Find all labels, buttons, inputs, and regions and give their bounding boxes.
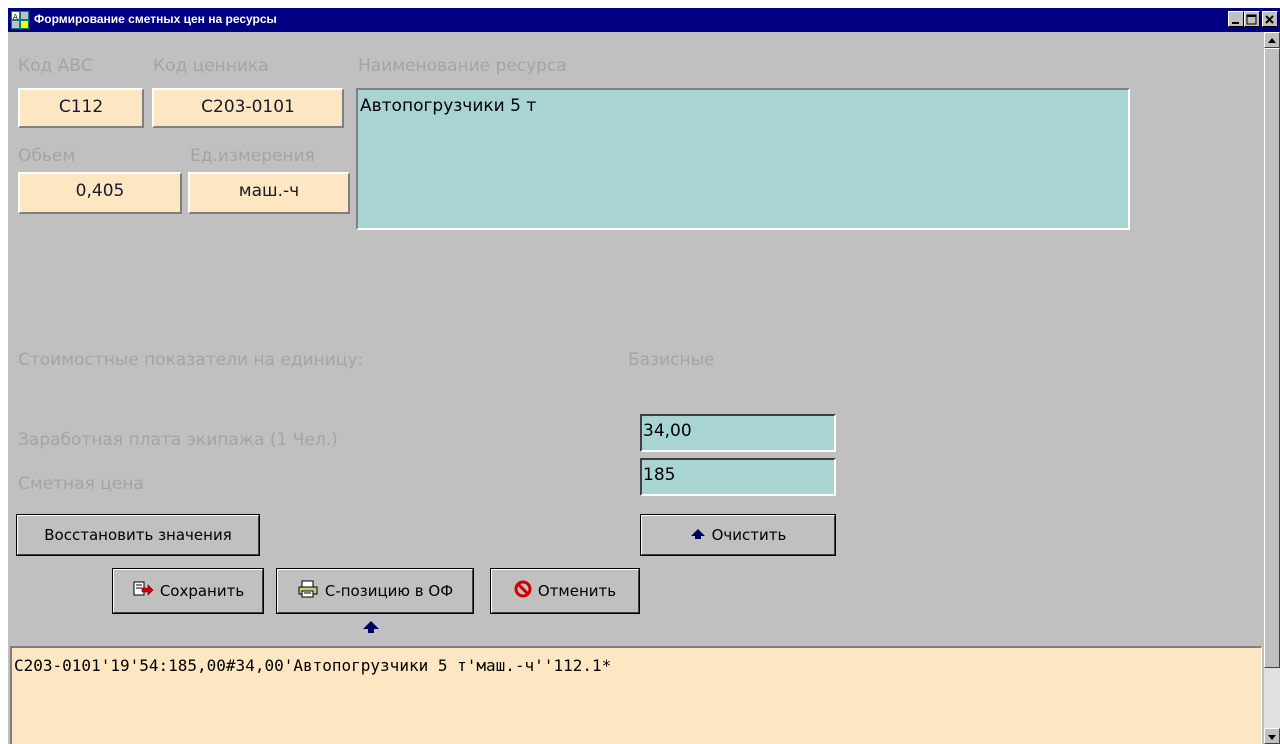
volume-label: Обьем (18, 146, 76, 166)
restore-values-button[interactable]: Восстановить значения (16, 514, 260, 556)
window-title: Формирование сметных цен на ресурсы (34, 12, 277, 26)
close-icon[interactable] (1262, 11, 1278, 27)
cancel-label: Отменить (537, 582, 617, 600)
code-abc-field[interactable]: С112 (18, 88, 144, 128)
scroll-down-icon[interactable] (1264, 728, 1280, 744)
crew-salary-label: Заработная плата экипажа (1 Чел.) (18, 430, 338, 450)
crew-salary-input[interactable]: 34,00 (640, 414, 836, 452)
to-of-button[interactable]: С-позицию в ОФ (276, 568, 474, 614)
volume-field[interactable]: 0,405 (18, 172, 182, 214)
main-window: A Формирование сметных цен на ресурсы Ко… (8, 8, 1280, 744)
basic-label: Базисные (628, 350, 715, 370)
resource-name-memo[interactable]: Автопогрузчики 5 т (356, 88, 1130, 230)
cancel-button[interactable]: Отменить (490, 568, 640, 614)
estimate-price-input[interactable]: 185 (640, 458, 836, 496)
maximize-icon[interactable] (1244, 11, 1260, 27)
resource-name-label: Наименование ресурса (358, 56, 567, 76)
code-price-label: Код ценника (153, 56, 269, 76)
position-arrow-icon (363, 621, 379, 633)
to-of-label: С-позицию в ОФ (324, 582, 454, 600)
code-abc-label: Код АВС (18, 56, 93, 76)
output-text-area[interactable]: С203-0101'19'54:185,00#34,00'Автопогрузч… (10, 646, 1262, 744)
unit-label: Ед.измерения (190, 146, 315, 166)
clear-button[interactable]: Очистить (640, 514, 836, 556)
restore-values-label: Восстановить значения (44, 526, 232, 544)
svg-text:A: A (13, 13, 18, 21)
code-price-field[interactable]: С203-0101 (152, 88, 344, 128)
vertical-scrollbar[interactable] (1264, 32, 1280, 744)
unit-field[interactable]: маш.-ч (188, 172, 350, 214)
scroll-thumb[interactable] (1264, 48, 1280, 668)
scroll-up-icon[interactable] (1264, 32, 1280, 48)
estimate-price-label: Сметная цена (18, 474, 144, 494)
no-entry-icon (514, 580, 532, 602)
save-label: Сохранить (159, 582, 245, 600)
save-arrow-icon (132, 580, 154, 602)
app-icon: A (11, 11, 29, 29)
arrow-up-icon (690, 526, 706, 544)
save-button[interactable]: Сохранить (112, 568, 264, 614)
title-bar[interactable]: A Формирование сметных цен на ресурсы (8, 8, 1280, 32)
cost-indicators-label: Стоимостные показатели на единицу: (18, 350, 364, 370)
clear-label: Очистить (711, 526, 787, 544)
minimize-icon[interactable] (1228, 11, 1244, 27)
printer-icon (297, 580, 319, 602)
